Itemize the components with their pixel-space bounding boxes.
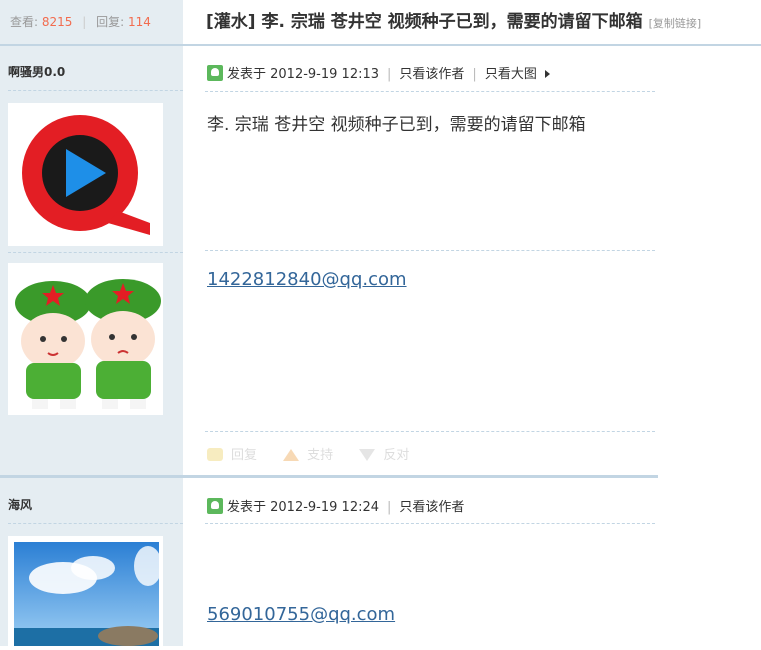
post-author[interactable]: 海风	[8, 496, 32, 513]
thread-title: [灌水] 李. 宗瑞 苍井空 视频种子已到，需要的请留下邮箱	[206, 12, 643, 32]
only-author-link[interactable]: 只看该作者	[399, 67, 464, 82]
post-body: 李. 宗瑞 苍井空 视频种子已到，需要的请留下邮箱	[207, 115, 586, 135]
post-separator	[0, 475, 658, 478]
replies-label: 回复:	[96, 15, 125, 29]
oppose-button[interactable]: 反对	[359, 448, 409, 463]
post-time: 发表于 2012-9-19 12:13	[227, 67, 380, 82]
sidebar-divider	[8, 252, 183, 253]
post-meta: 发表于 2012-9-19 12:24 | 只看该作者	[207, 496, 464, 515]
support-button[interactable]: 支持	[283, 448, 333, 463]
views-label: 查看:	[10, 15, 39, 29]
thread-stats: 查看: 8215 | 回复: 114	[0, 0, 183, 46]
copy-link[interactable]: [复制链接]	[649, 17, 702, 30]
support-label: 支持	[307, 448, 334, 463]
qq-player-logo	[22, 115, 150, 235]
support-icon	[283, 449, 300, 461]
sidebar-divider	[8, 523, 183, 524]
signature-divider	[205, 250, 655, 251]
post-meta-divider	[205, 523, 655, 524]
post-icon	[207, 65, 223, 81]
reply-button[interactable]: 回复	[207, 448, 257, 463]
post-icon	[207, 498, 223, 514]
beach-sky-avatar	[14, 542, 162, 646]
signature-email[interactable]: 569010755@qq.com	[207, 604, 395, 625]
post-actions: 回复 支持 反对	[207, 444, 431, 463]
only-big-image-link[interactable]: 只看大图	[485, 67, 537, 82]
arrow-right-icon	[544, 70, 550, 78]
avatar[interactable]	[8, 263, 163, 415]
post-meta: 发表于 2012-9-19 12:13 | 只看该作者 | 只看大图	[207, 63, 550, 82]
reply-label: 回复	[231, 448, 258, 463]
reply-icon	[207, 448, 223, 461]
sidebar-divider	[8, 90, 183, 91]
soldier-cartoon-avatar	[15, 279, 161, 409]
avatar[interactable]	[8, 103, 163, 246]
oppose-label: 反对	[383, 448, 410, 463]
signature-email[interactable]: 1422812840@qq.com	[207, 269, 407, 290]
avatar[interactable]	[8, 536, 163, 646]
replies-count: 114	[128, 15, 151, 29]
post-time: 发表于 2012-9-19 12:24	[227, 500, 380, 515]
post-author[interactable]: 啊骚男0.0	[8, 63, 65, 80]
actions-divider	[205, 431, 655, 432]
views-count: 8215	[41, 15, 73, 29]
oppose-icon	[359, 449, 376, 461]
only-author-link[interactable]: 只看该作者	[399, 500, 464, 515]
post-meta-divider	[205, 91, 655, 92]
thread-header: [灌水] 李. 宗瑞 苍井空 视频种子已到，需要的请留下邮箱 [复制链接]	[183, 0, 761, 46]
